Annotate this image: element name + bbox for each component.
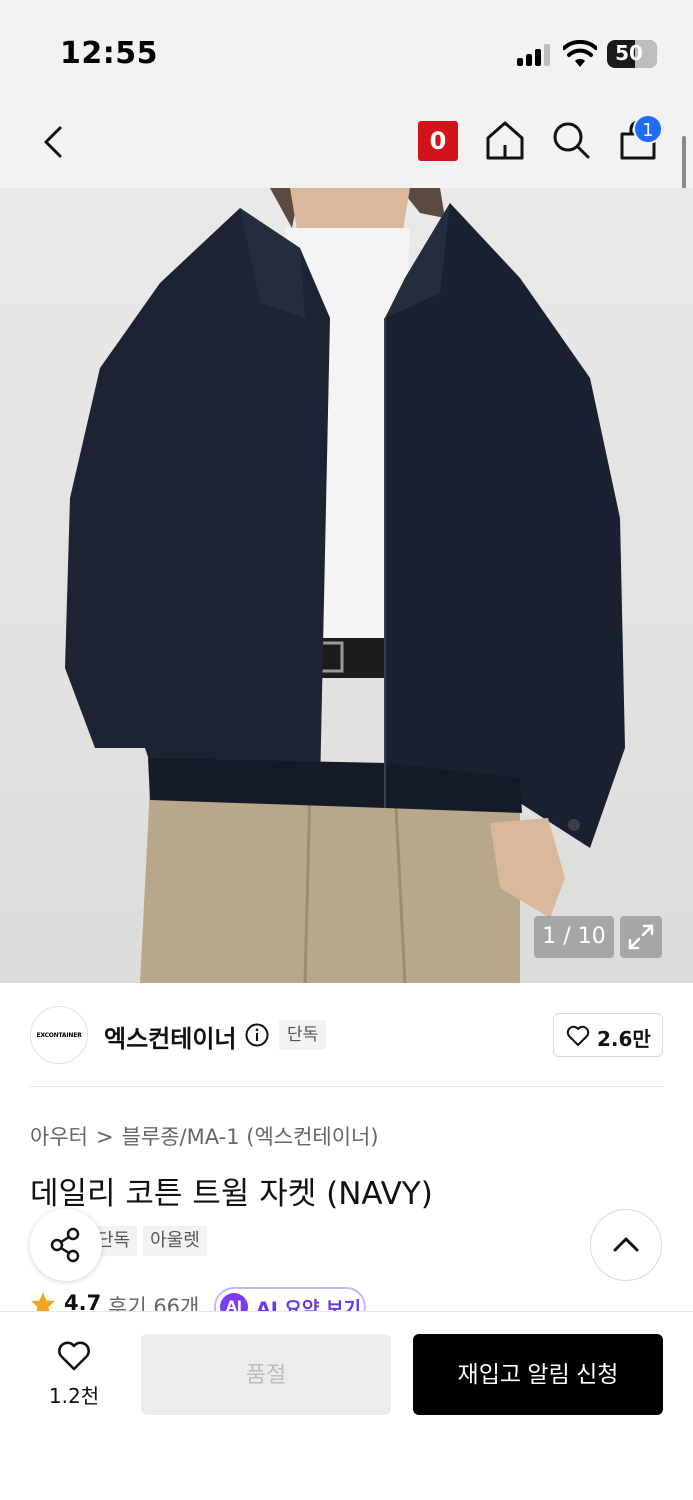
wifi-icon [563, 40, 597, 67]
brand-logo[interactable]: EXCONTAINER [30, 1006, 88, 1064]
rating-row: 4.7 후기 66개 AI AI 요약 보기 [30, 1287, 693, 1313]
brand-name[interactable]: 엑스컨테이너 [104, 1019, 236, 1054]
cellular-signal-icon [517, 44, 553, 66]
ai-badge: AI [220, 1293, 248, 1313]
status-time: 12:55 [60, 36, 158, 71]
product-image[interactable] [0, 188, 693, 983]
battery-indicator: 50 [607, 40, 657, 68]
breadcrumb: 아우터 > 블루종/MA-1 (엑스컨테이너) [30, 1121, 379, 1151]
wishlist-button[interactable]: 1.2천 [40, 1336, 108, 1408]
expand-icon[interactable] [620, 916, 662, 958]
breadcrumb-subcategory[interactable]: 블루종/MA-1 (엑스컨테이너) [122, 1125, 379, 1149]
ai-summary-button[interactable]: AI AI 요약 보기 [214, 1287, 366, 1313]
heart-icon [58, 1341, 90, 1371]
chevron-up-icon [613, 1237, 639, 1252]
exclusive-tag: 단독 [279, 1020, 327, 1050]
breadcrumb-category[interactable]: 아우터 [30, 1125, 88, 1149]
brand-like-button[interactable]: 2.6만 [553, 1013, 663, 1057]
recent-viewed-badge[interactable]: 0 [418, 121, 458, 161]
heart-icon [566, 1025, 590, 1046]
product-tags: 단독 아울렛 [90, 1226, 213, 1256]
share-icon [50, 1227, 80, 1263]
breadcrumb-separator: > [95, 1125, 114, 1149]
star-icon [31, 1292, 55, 1313]
restock-alert-button[interactable]: 재입고 알림 신청 [413, 1334, 663, 1415]
jacket-photo-illustration [65, 188, 625, 983]
status-bar: 12:55 50 [0, 0, 693, 100]
home-icon[interactable] [484, 118, 526, 162]
rating-score: 4.7 [64, 1291, 102, 1313]
info-icon[interactable] [245, 1023, 269, 1047]
wishlist-count: 1.2천 [48, 1384, 100, 1408]
product-title: 데일리 코튼 트윌 자켓 (NAVY) [30, 1176, 433, 1212]
brand-like-count: 2.6만 [597, 1027, 651, 1051]
search-icon[interactable] [550, 118, 592, 162]
image-counter: 1 / 10 [534, 916, 614, 958]
cart-count-badge: 1 [633, 114, 663, 144]
review-count[interactable]: 후기 66개 [108, 1291, 199, 1313]
soldout-button[interactable]: 품절 [141, 1334, 391, 1415]
scroll-top-button[interactable] [590, 1209, 662, 1281]
back-icon[interactable] [32, 120, 76, 164]
battery-level: 50 [615, 41, 643, 65]
divider [30, 1086, 663, 1087]
share-button[interactable] [30, 1209, 102, 1281]
tag-outlet: 아울렛 [143, 1226, 207, 1256]
